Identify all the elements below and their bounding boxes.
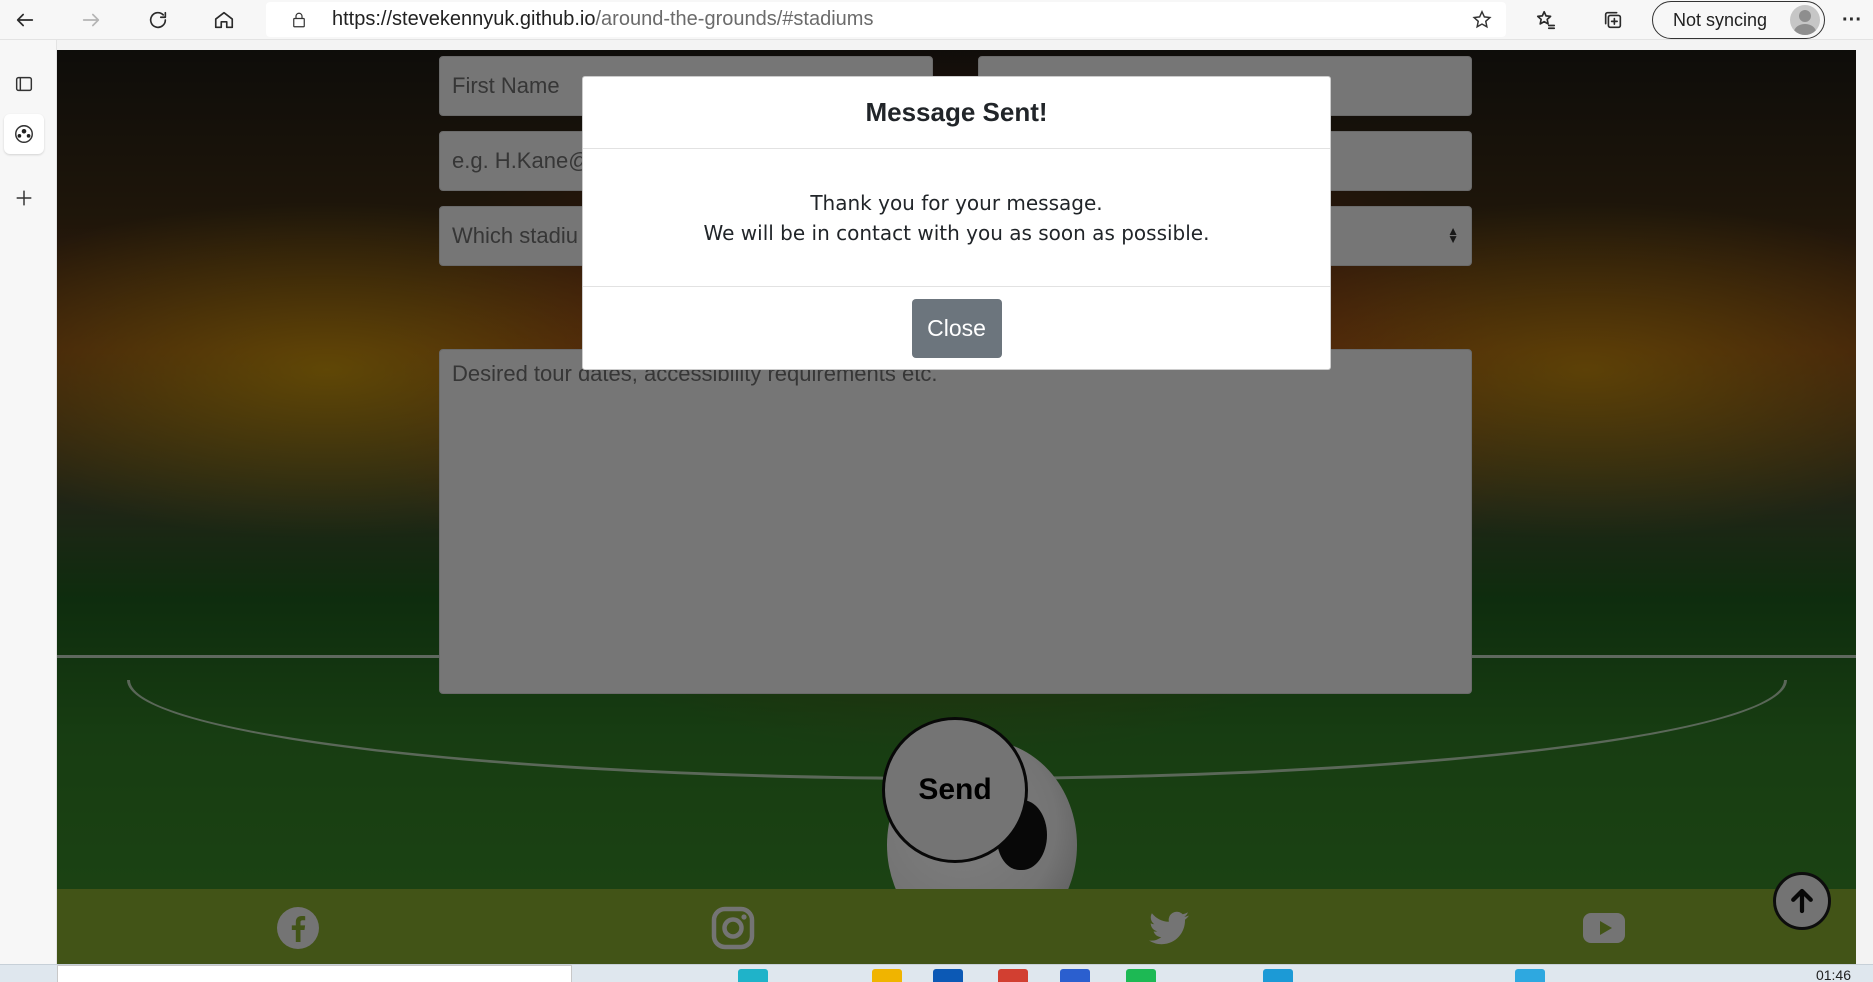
collections-icon [1604, 11, 1622, 29]
url-text: https://stevekennyuk.github.io/around-th… [332, 8, 873, 31]
refresh-icon [149, 11, 167, 29]
add-favorite-button[interactable] [1468, 6, 1496, 34]
taskbar-app-icon[interactable] [1515, 969, 1545, 982]
taskbar-clock: 01:46 [1815, 967, 1851, 982]
plus-icon [16, 190, 32, 206]
page-viewport: First Name e.g. H.Kane@ Which stadiu ▲▼ … [57, 50, 1856, 964]
modal-footer: Close [583, 287, 1330, 370]
taskbar-app-icon[interactable] [998, 969, 1028, 982]
close-button[interactable]: Close [911, 299, 1002, 358]
lock-icon [282, 3, 316, 37]
avatar [1790, 5, 1820, 35]
forward-arrow-icon [82, 13, 100, 27]
sync-status-label: Not syncing [1673, 9, 1768, 30]
more-menu-button[interactable]: ··· [1837, 4, 1867, 36]
taskbar-app-icon[interactable] [933, 969, 963, 982]
more-icon: ··· [1842, 8, 1862, 31]
tab-actions-button[interactable] [4, 64, 44, 104]
url-path: /around-the-grounds/#stadiums [595, 8, 874, 30]
modal-message-line-1: Thank you for your message. [810, 190, 1103, 215]
back-button[interactable] [8, 4, 42, 36]
back-arrow-icon [16, 13, 34, 27]
modal-body: Thank you for your message. We will be i… [583, 149, 1330, 287]
taskbar-app-icon[interactable] [1263, 969, 1293, 982]
favorites-icon [1536, 10, 1556, 30]
favorites-button[interactable] [1529, 4, 1563, 36]
taskbar-search-box[interactable] [57, 965, 572, 982]
taskbar-app-icon[interactable] [872, 969, 902, 982]
soccer-ball-icon [15, 125, 33, 143]
modal-title: Message Sent! [865, 97, 1048, 127]
tab-actions-icon [15, 76, 33, 92]
profile-sync-button[interactable]: Not syncing [1652, 1, 1825, 39]
vertical-tabs-sidebar [0, 40, 57, 964]
url-host: https://stevekennyuk.github.io [332, 8, 596, 30]
star-add-icon [1472, 10, 1492, 29]
refresh-button[interactable] [141, 4, 175, 36]
collections-button[interactable] [1596, 4, 1630, 36]
browser-toolbar: https://stevekennyuk.github.io/around-th… [0, 0, 1873, 40]
taskbar-app-icon[interactable] [738, 969, 768, 982]
address-bar[interactable]: https://stevekennyuk.github.io/around-th… [266, 2, 1506, 37]
taskbar-app-icon[interactable] [1060, 969, 1090, 982]
taskbar-app-icon[interactable] [1126, 969, 1156, 982]
message-sent-modal: Message Sent! Thank you for your message… [582, 76, 1331, 370]
home-icon [214, 11, 234, 29]
forward-button[interactable] [74, 4, 108, 36]
home-button[interactable] [207, 4, 241, 36]
os-taskbar: 01:46 [0, 964, 1873, 982]
modal-message-line-2: We will be in contact with you as soon a… [703, 220, 1210, 245]
modal-header: Message Sent! [583, 77, 1330, 149]
new-tab-button[interactable] [4, 178, 44, 218]
tab-around-the-grounds[interactable] [4, 114, 44, 154]
